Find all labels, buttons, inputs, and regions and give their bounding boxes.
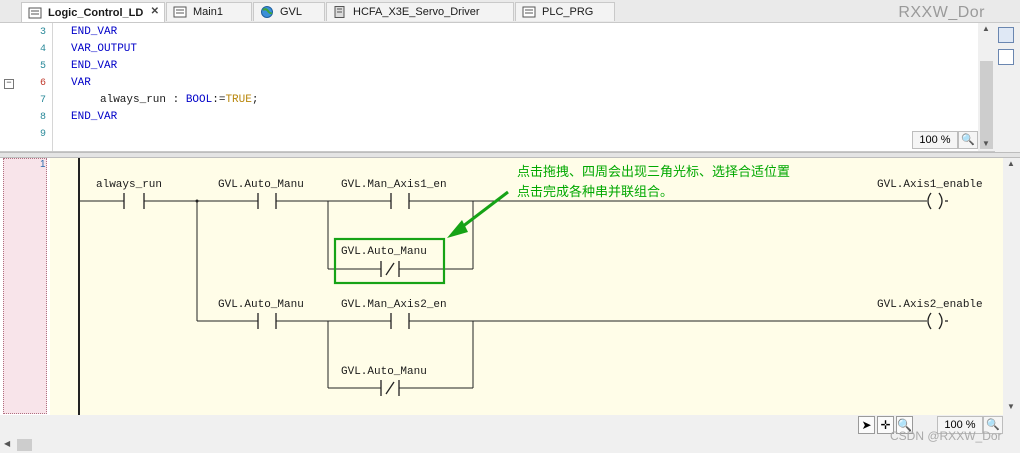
contact-label: GVL.Man_Axis1_en (341, 179, 447, 191)
select-cursor-icon[interactable]: ➤ (858, 416, 875, 434)
contact-label: GVL.Auto_Manu (218, 179, 304, 191)
coil-axis2-enable[interactable] (927, 312, 948, 330)
junction-dot (195, 199, 199, 203)
contact-auto-manu-nc-1[interactable] (380, 261, 400, 277)
coil-axis1-enable[interactable] (927, 192, 948, 210)
coil-label: GVL.Axis2_enable (877, 299, 983, 311)
annotation-line-1: 点击拖拽、四周会出现三角光标、选择合适位置 (517, 165, 790, 180)
watermark: CSDN @RXXW_Dor (890, 429, 1002, 443)
contact-label: always_run (96, 179, 162, 191)
contact-man-axis2-en[interactable] (390, 313, 410, 329)
contact-auto-manu-1[interactable] (257, 193, 277, 209)
horizontal-scrollbar[interactable]: ◀ (0, 437, 1003, 453)
contact-always-run[interactable] (123, 193, 145, 209)
annotation-arrowhead (447, 220, 468, 238)
annotation-line-2: 点击完成各种串并联组合。 (517, 184, 673, 200)
contact-label: GVL.Auto_Manu (341, 366, 427, 378)
annotation-arrow (457, 190, 509, 232)
ladder-diagram: always_run GVL.Auto_Manu GVL.Man_Axis1_e… (80, 165, 983, 396)
contact-label: GVL.Auto_Manu (341, 246, 427, 258)
coil-label: GVL.Axis1_enable (877, 179, 983, 191)
scroll-thumb[interactable] (17, 439, 32, 451)
contact-label: GVL.Auto_Manu (218, 299, 304, 311)
contact-auto-manu-2[interactable] (257, 313, 277, 329)
scroll-left-icon[interactable]: ◀ (4, 439, 10, 448)
contact-auto-manu-nc-2[interactable] (380, 380, 400, 396)
contact-label: GVL.Man_Axis2_en (341, 299, 447, 311)
contact-man-axis1-en[interactable] (390, 193, 410, 209)
